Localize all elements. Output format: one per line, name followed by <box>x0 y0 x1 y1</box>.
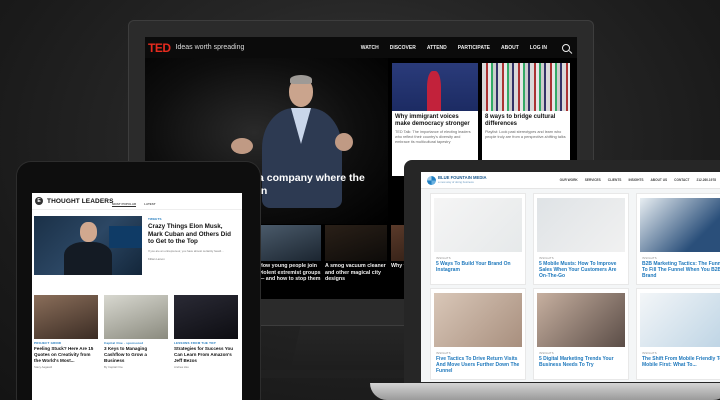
search-icon[interactable] <box>562 43 570 52</box>
card-title[interactable]: The Shift From Mobile Friendly To Mobile… <box>642 356 720 368</box>
card-description: TED Talk: The importance of electing lea… <box>395 130 471 144</box>
article-thumbnail[interactable] <box>104 295 168 339</box>
person-figure <box>64 242 112 275</box>
card-title[interactable]: Five Tactics To Drive Return Visits And … <box>436 356 522 374</box>
person-head <box>80 222 97 242</box>
phone-number[interactable]: 212.260.1978 <box>697 178 717 182</box>
insight-card[interactable]: INSIGHTS 5 Mobile Musts: How To Improve … <box>533 193 629 285</box>
card-thumbnail <box>537 293 625 347</box>
talk-title[interactable]: How young people join violent extremist … <box>259 263 321 283</box>
studio-screen <box>109 226 142 248</box>
article-category[interactable]: Capital One · sponsored <box>104 341 168 345</box>
article-card[interactable]: PROJECT GRIND Feeling Stuck? Here Are 15… <box>34 341 98 370</box>
article-title[interactable]: Feeling Stuck? Here Are 15 Quotes on Cre… <box>34 346 98 363</box>
site-menu: OUR WORK SERVICES CLIENTS INSIGHTS ABOUT… <box>560 178 716 182</box>
article-thumbnail[interactable] <box>174 295 238 339</box>
feature-title[interactable]: Crazy Things Elon Musk, Mark Cuban and O… <box>148 223 238 246</box>
menu-contact[interactable]: CONTACT <box>674 178 689 182</box>
talk-title[interactable]: A smog vacuum cleaner and other magical … <box>325 263 387 283</box>
card-title[interactable]: 8 ways to bridge cultural differences <box>482 111 570 130</box>
menu-services[interactable]: SERVICES <box>585 178 601 182</box>
card-title[interactable]: B2B Marketing Tactics: The Funnel To Fil… <box>642 261 720 279</box>
article-category[interactable]: PROJECT GRIND <box>34 341 98 345</box>
brand-logo[interactable]: BLUE FOUNTAIN MEDIA a new way of doing b… <box>427 175 487 185</box>
menu-our-work[interactable]: OUR WORK <box>560 178 578 182</box>
menu-about[interactable]: ABOUT <box>501 45 519 51</box>
ted-tagline: Ideas worth spreading <box>175 44 245 51</box>
card-title[interactable]: 5 Mobile Musts: How To Improve Sales Whe… <box>539 261 625 279</box>
insight-card[interactable]: INSIGHTS The Shift From Mobile Friendly … <box>636 288 720 380</box>
menu-participate[interactable]: PARTICIPATE <box>458 45 490 51</box>
card-category: INSIGHTS <box>642 256 657 260</box>
logo-mark-icon <box>427 175 436 185</box>
menu-clients[interactable]: CLIENTS <box>608 178 622 182</box>
feature-category[interactable]: TWEETS <box>148 217 238 221</box>
speaker-hand <box>335 133 353 151</box>
menu-login[interactable]: LOG IN <box>530 45 547 51</box>
feature-image[interactable] <box>34 216 142 275</box>
insight-card[interactable]: INSIGHTS B2B Marketing Tactics: The Funn… <box>636 193 720 285</box>
article-card[interactable]: Capital One · sponsored 3 Keys to Managi… <box>104 341 168 370</box>
menu-watch[interactable]: WATCH <box>361 45 379 51</box>
talk-thumbnail[interactable] <box>325 225 387 261</box>
card-thumbnail <box>434 293 522 347</box>
blue-fountain-screen: BLUE FOUNTAIN MEDIA a new way of doing b… <box>421 172 720 382</box>
tab-most-popular[interactable]: MOST POPULAR <box>112 202 137 207</box>
section-title: THOUGHT LEADERS <box>47 197 114 205</box>
card-thumbnail <box>640 293 720 347</box>
feature-text: TWEETS Crazy Things Elon Musk, Mark Cuba… <box>148 217 238 262</box>
feature-excerpt: If you are an entrepreneur, you have alm… <box>148 248 224 253</box>
thought-leaders-screen: E THOUGHT LEADERS MOST POPULAR LATEST TW… <box>32 193 242 400</box>
card-thumbnail <box>392 63 478 111</box>
tab-bar: MOST POPULAR LATEST <box>112 202 156 207</box>
article-title[interactable]: 3 Keys to Managing Cashflow to Grow a Bu… <box>104 346 168 363</box>
menu-insights[interactable]: INSIGHTS <box>628 178 643 182</box>
article-author: By Capital One <box>104 365 123 370</box>
monitor-stand <box>290 326 420 374</box>
card-title[interactable]: 5 Digital Marketing Trends Your Business… <box>539 356 625 368</box>
menu-about-us[interactable]: ABOUT US <box>651 178 668 182</box>
laptop-base <box>370 383 720 400</box>
card-thumbnail <box>537 198 625 252</box>
site-header: BLUE FOUNTAIN MEDIA a new way of doing b… <box>421 172 720 189</box>
insight-card[interactable]: INSIGHTS 5 Ways To Build Your Brand On I… <box>430 193 526 285</box>
feature-author: Killian Larson <box>148 257 165 262</box>
brand-tagline: a new way of doing business <box>438 180 474 185</box>
speaker-hand <box>231 138 253 154</box>
card-category: INSIGHTS <box>642 351 657 355</box>
menu-discover[interactable]: DISCOVER <box>390 45 416 51</box>
insight-card[interactable]: INSIGHTS 5 Digital Marketing Trends Your… <box>533 288 629 380</box>
speaker-figure <box>427 71 441 111</box>
speaker-hair <box>290 75 312 84</box>
menu-attend[interactable]: ATTEND <box>427 45 447 51</box>
card-category: INSIGHTS <box>436 256 451 260</box>
article-category[interactable]: LESSONS FROM THE TOP <box>174 341 238 345</box>
article-thumbnail[interactable] <box>34 295 98 339</box>
article-author: Andrea Hsu <box>174 365 189 370</box>
card-thumbnail <box>640 198 720 252</box>
card-category: INSIGHTS <box>539 351 554 355</box>
article-author: Stacy Aagaard <box>34 365 53 370</box>
article-card[interactable]: LESSONS FROM THE TOP Strategies for Succ… <box>174 341 238 370</box>
card-title[interactable]: 5 Ways To Build Your Brand On Instagram <box>436 261 522 273</box>
card-thumbnail <box>482 63 570 111</box>
article-title[interactable]: Strategies for Success You Can Learn Fro… <box>174 346 238 363</box>
card-thumbnail <box>434 198 522 252</box>
card-description: Playlist: Look past stereotypes and lear… <box>485 130 566 139</box>
card-title[interactable]: Why immigrant voices make democracy stro… <box>392 111 478 130</box>
ted-menu: WATCH DISCOVER ATTEND PARTICIPATE ABOUT … <box>361 43 570 52</box>
app-logo[interactable]: E <box>35 197 43 205</box>
hero-caption: a company where the in <box>258 172 365 197</box>
ted-navbar: TED Ideas worth spreading WATCH DISCOVER… <box>145 37 577 58</box>
card-category: INSIGHTS <box>436 351 451 355</box>
tab-latest[interactable]: LATEST <box>144 202 155 207</box>
insight-card[interactable]: INSIGHTS Five Tactics To Drive Return Vi… <box>430 288 526 380</box>
card-category: INSIGHTS <box>539 256 554 260</box>
talk-thumbnail[interactable] <box>259 225 321 261</box>
ted-logo[interactable]: TED <box>148 41 171 55</box>
